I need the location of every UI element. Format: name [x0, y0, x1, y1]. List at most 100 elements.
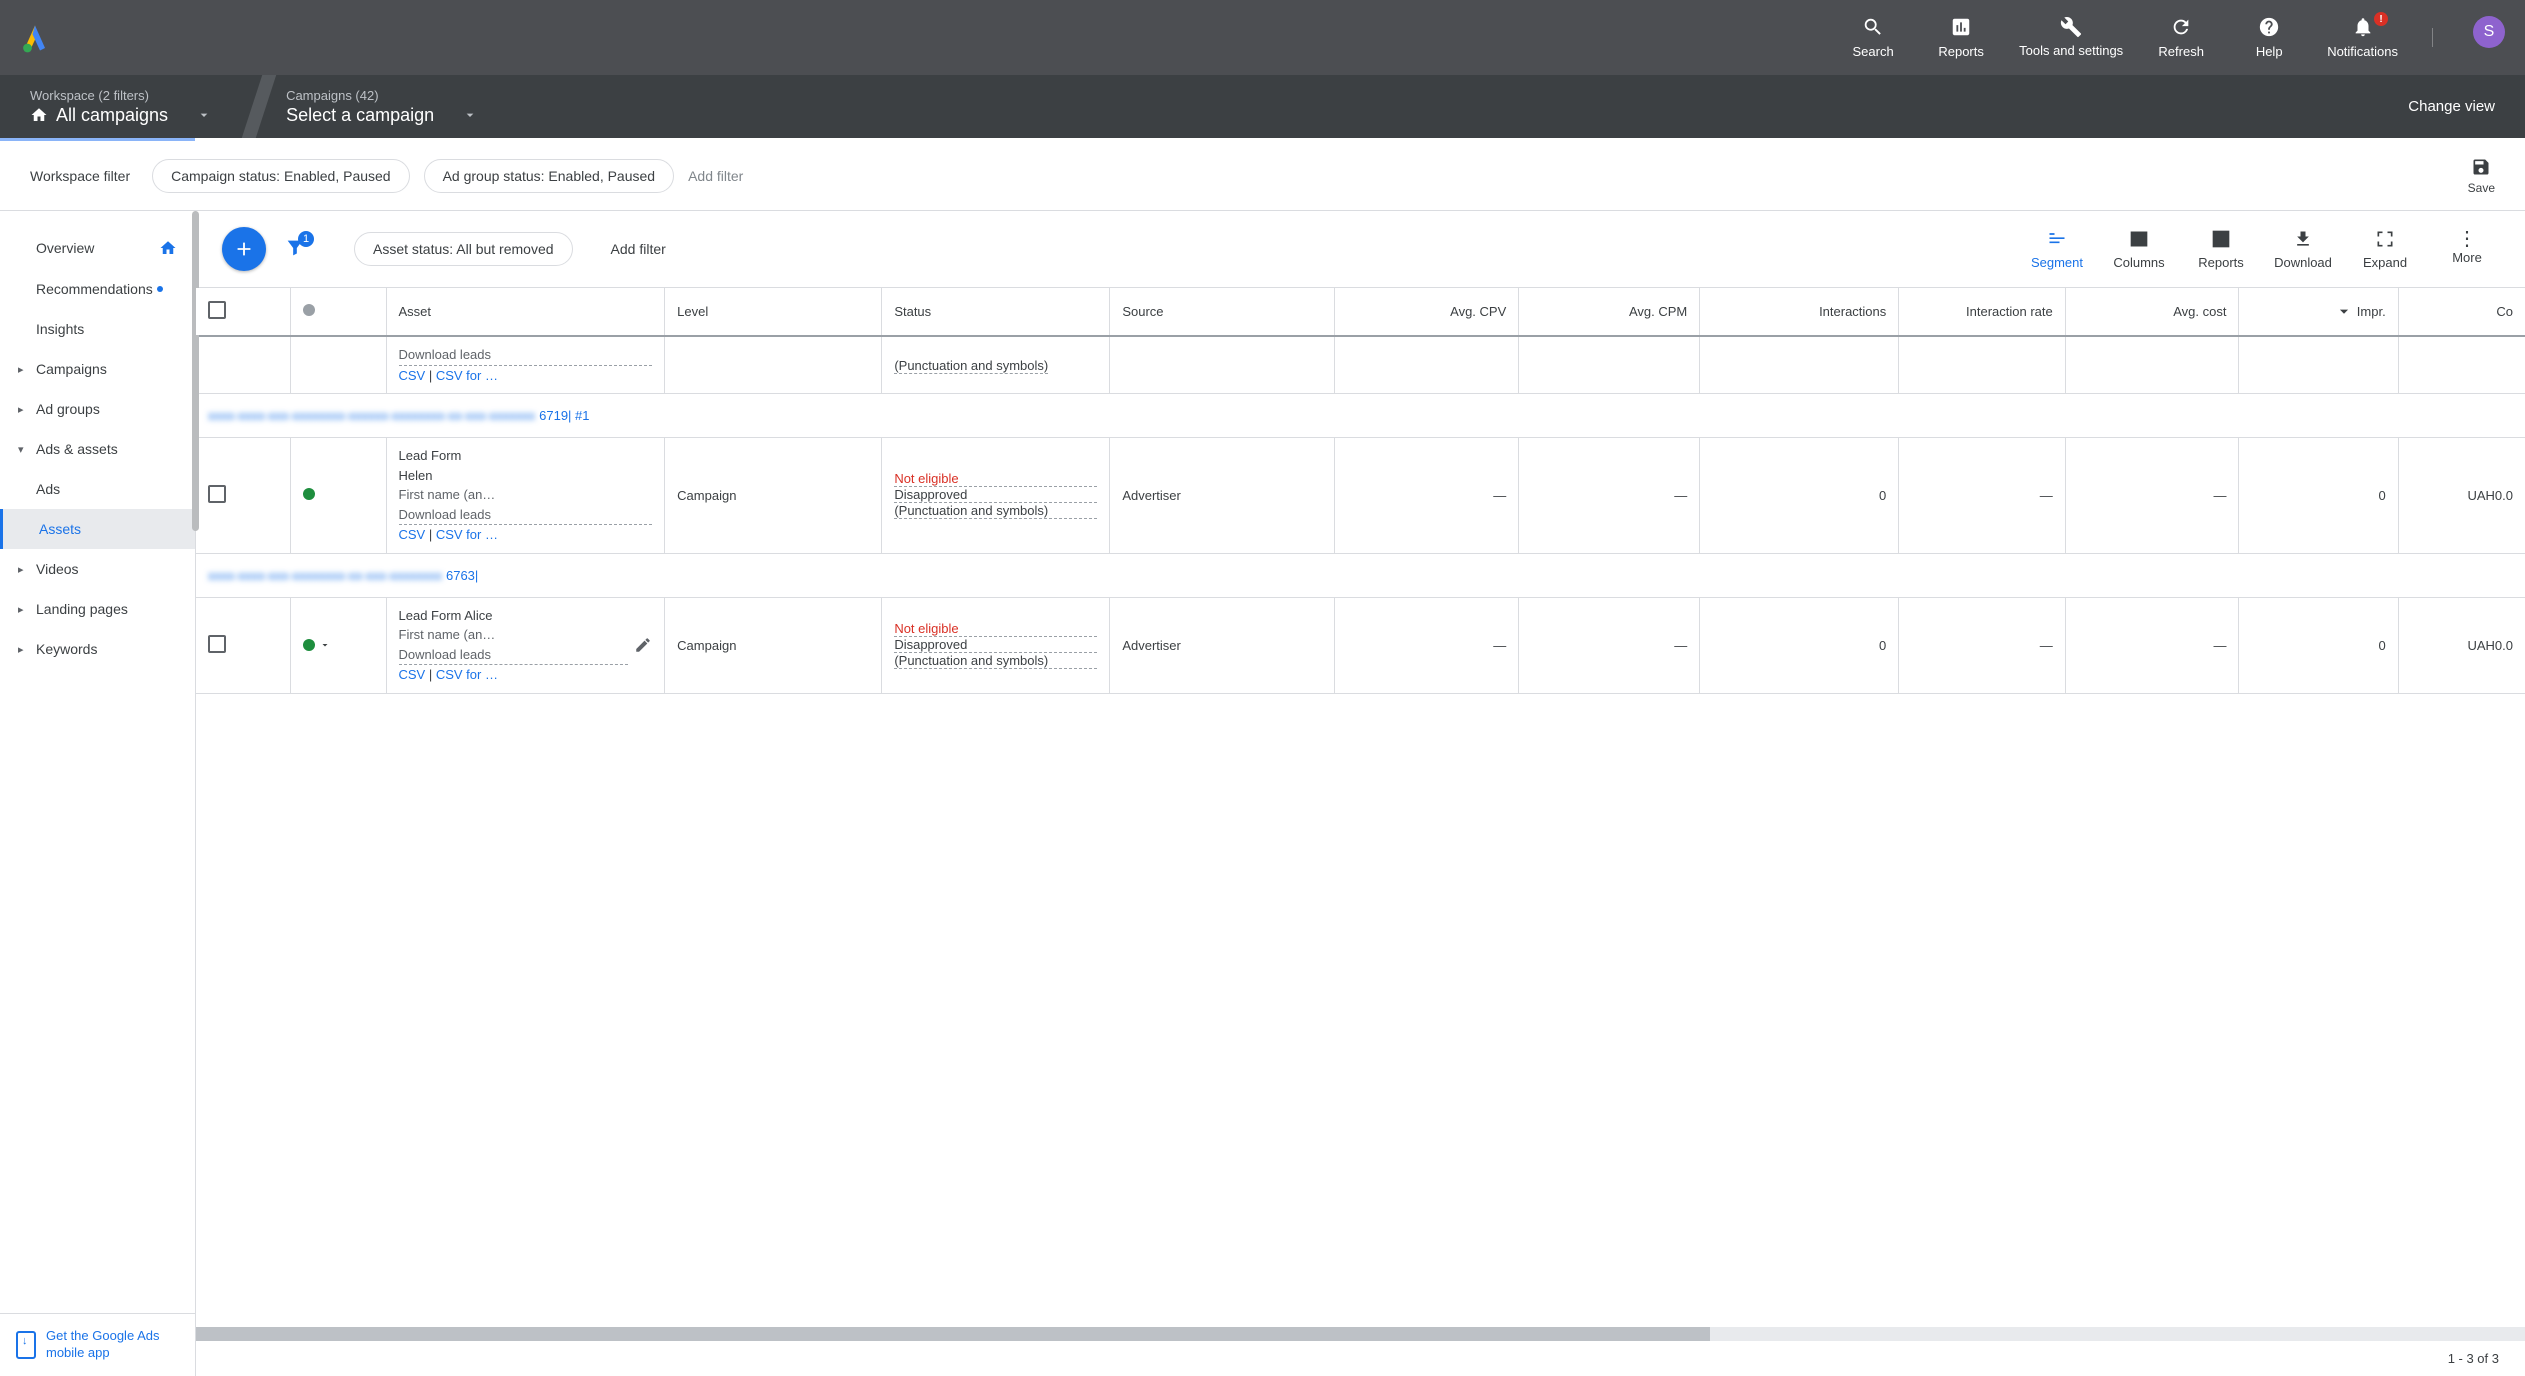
save-label: Save [2468, 181, 2495, 195]
col-avg-cpv[interactable]: Avg. CPV [1334, 288, 1519, 336]
cell-impr: 0 [2239, 438, 2398, 554]
header-notifications-label: Notifications [2327, 44, 2398, 59]
status-dot-dropdown[interactable] [303, 639, 374, 651]
col-avg-cpm[interactable]: Avg. CPM [1519, 288, 1700, 336]
sidebar-item-campaigns[interactable]: Campaigns [0, 349, 195, 389]
asset-status-chip[interactable]: Asset status: All but removed [354, 232, 573, 266]
header-refresh[interactable]: Refresh [2151, 16, 2211, 59]
sidebar-item-label: Ads & assets [36, 441, 118, 457]
csv-link[interactable]: CSV [399, 667, 426, 682]
tools-icon [2060, 16, 2082, 38]
cell-cost: UAH0.0 [2398, 597, 2525, 693]
csv-for-link[interactable]: CSV for … [436, 667, 498, 682]
filter-chip-adgroup-status[interactable]: Ad group status: Enabled, Paused [424, 159, 674, 193]
col-level[interactable]: Level [665, 288, 882, 336]
sidebar-item-landing-pages[interactable]: Landing pages [0, 589, 195, 629]
tool-columns[interactable]: Columns [2107, 229, 2171, 270]
cell-irate: — [1899, 597, 2065, 693]
header-tools: Search Reports Tools and settings Refres… [1843, 16, 2505, 59]
help-icon [2258, 16, 2280, 38]
sidebar-item-label: Overview [36, 240, 94, 256]
csv-for-link[interactable]: CSV for … [436, 368, 498, 383]
notification-badge: ! [2374, 12, 2388, 26]
edit-pencil-icon[interactable] [634, 636, 652, 654]
status-not-eligible: Not eligible [894, 471, 1097, 487]
sidebar-item-keywords[interactable]: Keywords [0, 629, 195, 669]
row-checkbox[interactable] [208, 485, 226, 503]
col-interactions[interactable]: Interactions [1700, 288, 1899, 336]
sidebar-item-ads-assets[interactable]: Ads & assets [0, 429, 195, 469]
csv-link[interactable]: CSV [399, 527, 426, 542]
columns-icon [2129, 229, 2149, 249]
tool-download[interactable]: Download [2271, 229, 2335, 270]
download-leads-label: Download leads [399, 505, 653, 526]
col-status[interactable]: Status [882, 288, 1110, 336]
horizontal-scrollbar-track[interactable] [196, 1327, 2525, 1341]
header-search[interactable]: Search [1843, 16, 1903, 59]
sidebar-item-videos[interactable]: Videos [0, 549, 195, 589]
status-dot-enabled-icon [303, 488, 315, 500]
sidebar-item-insights[interactable]: Insights [0, 309, 195, 349]
breadcrumb-workspace-big: All campaigns [56, 105, 168, 126]
sidebar-item-ads[interactable]: Ads [0, 469, 195, 509]
app-logo[interactable] [20, 23, 50, 53]
header-help[interactable]: Help [2239, 16, 2299, 59]
sidebar-item-recommendations[interactable]: Recommendations [0, 269, 195, 309]
select-all-checkbox[interactable] [208, 301, 226, 319]
header-notifications[interactable]: ! Notifications [2327, 16, 2398, 59]
group-ref-link[interactable]: 6763| [446, 568, 478, 583]
header-divider [2432, 28, 2433, 47]
breadcrumb-workspace[interactable]: Workspace (2 filters) All campaigns [30, 88, 242, 126]
tool-reports[interactable]: Reports [2189, 229, 2253, 270]
filter-chip-campaign-status[interactable]: Campaign status: Enabled, Paused [152, 159, 409, 193]
asset-fields: First name (an… [399, 485, 653, 505]
change-view-button[interactable]: Change view [2408, 98, 2495, 115]
asset-name: Helen [399, 466, 653, 486]
horizontal-scrollbar-thumb[interactable] [196, 1327, 1710, 1341]
save-workspace-button[interactable]: Save [2468, 157, 2495, 195]
tool-label: Columns [2113, 255, 2164, 270]
cell-level: Campaign [665, 597, 882, 693]
mobile-app-promo[interactable]: Get the Google Ads mobile app [0, 1313, 195, 1376]
col-impr[interactable]: Impr. [2239, 288, 2398, 336]
add-table-filter[interactable]: Add filter [611, 241, 666, 257]
breadcrumb-workspace-small: Workspace (2 filters) [30, 88, 212, 103]
col-asset[interactable]: Asset [386, 288, 665, 336]
col-source[interactable]: Source [1110, 288, 1334, 336]
tool-segment[interactable]: Segment [2025, 229, 2089, 270]
col-avg-cost[interactable]: Avg. cost [2065, 288, 2239, 336]
cell-interactions: 0 [1700, 438, 1899, 554]
cell-avgcost: — [2065, 438, 2239, 554]
col-cost[interactable]: Co [2398, 288, 2525, 336]
header-reports[interactable]: Reports [1931, 16, 1991, 59]
breadcrumb-divider [242, 75, 276, 138]
sidebar-item-overview[interactable]: Overview [0, 227, 195, 269]
sidebar-item-assets[interactable]: Assets [0, 509, 195, 549]
filter-funnel-button[interactable]: 1 [284, 237, 306, 262]
table-scroll-area[interactable]: Asset Level Status Source Avg. CPV Avg. … [196, 287, 2525, 1327]
breadcrumb-campaign[interactable]: Campaigns (42) Select a campaign [286, 88, 508, 126]
breadcrumb-bar: Workspace (2 filters) All campaigns Camp… [0, 75, 2525, 138]
avatar[interactable]: S [2473, 16, 2505, 48]
row-checkbox[interactable] [208, 635, 226, 653]
col-interaction-rate[interactable]: Interaction rate [1899, 288, 2065, 336]
group-ref-link[interactable]: 6719| #1 [539, 408, 589, 423]
cell-interactions: 0 [1700, 597, 1899, 693]
tool-label: Segment [2031, 255, 2083, 270]
plus-icon [233, 238, 255, 260]
sidebar-item-adgroups[interactable]: Ad groups [0, 389, 195, 429]
header-tools-settings[interactable]: Tools and settings [2019, 16, 2123, 59]
status-detail: (Punctuation and symbols) [894, 358, 1048, 374]
csv-for-link[interactable]: CSV for … [436, 527, 498, 542]
cell-cost: UAH0.0 [2398, 438, 2525, 554]
tool-expand[interactable]: Expand [2353, 229, 2417, 270]
tool-more[interactable]: ⋮More [2435, 234, 2499, 265]
add-filter-button[interactable]: Add filter [688, 168, 743, 184]
reports-box-icon [2211, 229, 2231, 249]
filter-count-badge: 1 [298, 231, 314, 247]
add-asset-button[interactable] [222, 227, 266, 271]
cell-cpv: — [1334, 597, 1519, 693]
csv-link[interactable]: CSV [399, 368, 426, 383]
mobile-app-link[interactable]: Get the Google Ads mobile app [46, 1328, 179, 1362]
sidebar-scrollbar[interactable] [192, 211, 199, 531]
